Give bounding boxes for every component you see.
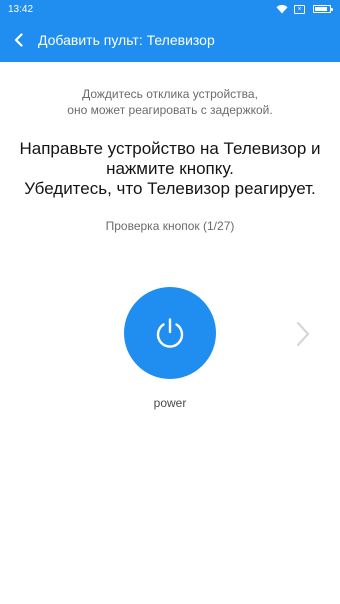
app-bar: Добавить пульт: Телевизор	[0, 18, 340, 62]
wait-hint: Дождитесь отклика устройства, оно может …	[0, 86, 340, 118]
battery-icon	[313, 5, 333, 13]
status-time: 13:42	[8, 3, 34, 15]
status-bar: 13:42 ×	[0, 0, 340, 18]
instruction-line-2: нажмите кнопку.	[106, 159, 234, 178]
status-icons: ×	[276, 4, 333, 14]
button-label: power	[153, 396, 187, 410]
top-bar: 13:42 × Добавить пульт: Телевизор	[0, 0, 340, 62]
button-check-progress: Проверка кнопок (1/27)	[105, 219, 235, 233]
power-button[interactable]	[124, 287, 216, 379]
back-button[interactable]	[0, 18, 38, 62]
sim-off-icon: ×	[294, 4, 305, 14]
instruction-text: Направьте устройство на Телевизор и нажм…	[0, 139, 340, 199]
instruction-line-3: Убедитесь, что Телевизор реагирует.	[24, 179, 316, 198]
battery-fill	[315, 7, 327, 11]
power-icon	[156, 318, 184, 348]
page-title: Добавить пульт: Телевизор	[38, 32, 215, 48]
instruction-line-1: Направьте устройство на Телевизор и	[19, 139, 321, 158]
hint-line-2: оно может реагировать с задержкой.	[67, 103, 273, 117]
chevron-right-icon	[296, 321, 310, 347]
wifi-icon	[276, 5, 288, 14]
next-button[interactable]	[290, 318, 316, 350]
chevron-left-icon	[14, 33, 23, 47]
hint-line-1: Дождитесь отклика устройства,	[82, 87, 258, 101]
